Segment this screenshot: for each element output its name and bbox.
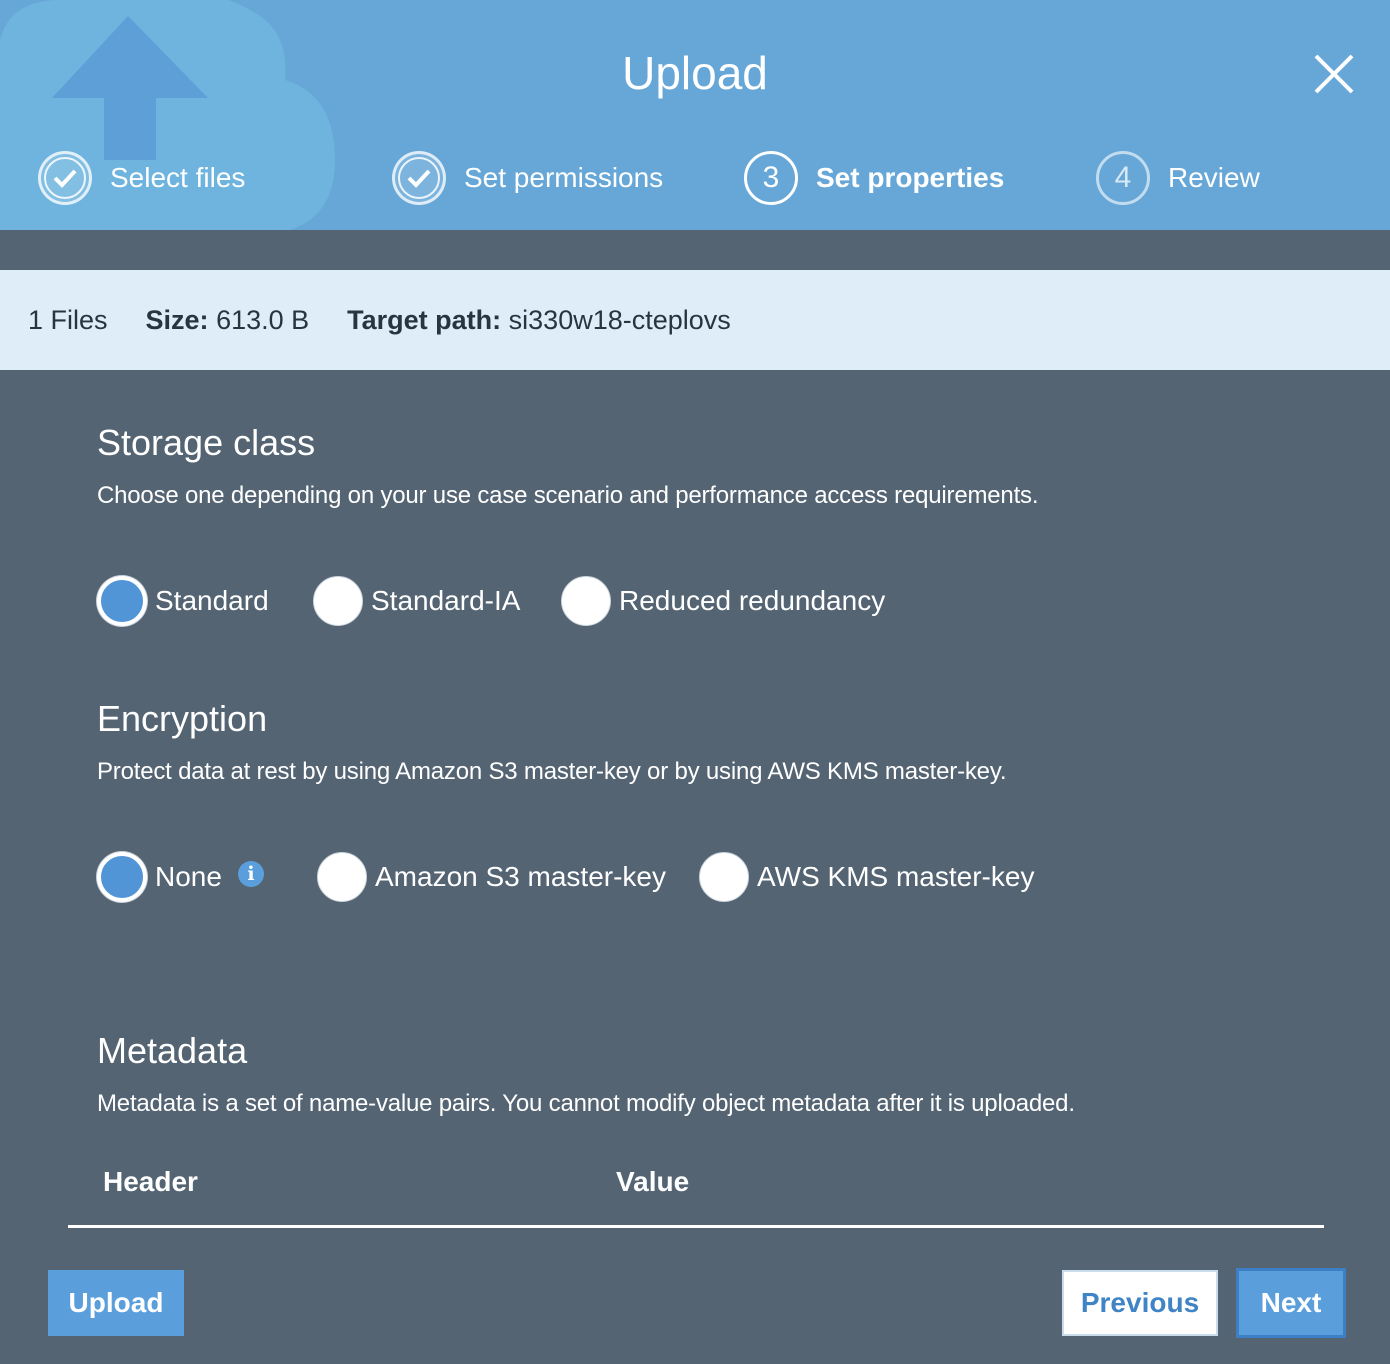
step-number: 3: [762, 161, 780, 194]
step-complete-indicator: [392, 151, 446, 205]
size-label: Size:: [145, 304, 209, 335]
metadata-header-column: Header: [103, 1166, 198, 1197]
metadata-value-column: Value: [616, 1166, 690, 1197]
step-label: Review: [1168, 162, 1260, 193]
encryption-none-option[interactable]: None i: [97, 850, 264, 904]
step-number-badge: 4: [1096, 151, 1150, 205]
next-button[interactable]: Next: [1236, 1268, 1346, 1338]
upload-summary-bar: 1 Files Size: 613.0 B Target path: si330…: [0, 270, 1390, 370]
metadata-title: Metadata: [97, 1030, 248, 1071]
target-path-label: Target path:: [347, 304, 502, 335]
storage-class-reduced-redundancy-option[interactable]: Reduced redundancy: [561, 574, 885, 628]
encryption-title: Encryption: [97, 698, 268, 739]
checkmark-icon: [407, 169, 431, 188]
file-size: Size: 613.0 B: [146, 305, 310, 336]
encryption-kms-master-key-option[interactable]: AWS KMS master-key: [699, 850, 1034, 904]
step-set-properties[interactable]: 3 Set properties: [744, 150, 1004, 206]
radio-label: AWS KMS master-key: [757, 861, 1035, 892]
encryption-description: Protect data at rest by using Amazon S3 …: [97, 758, 1007, 785]
step-number: 4: [1114, 161, 1132, 194]
radio-label: Amazon S3 master-key: [375, 861, 666, 892]
step-set-permissions[interactable]: Set permissions: [392, 150, 663, 206]
close-icon[interactable]: [1308, 50, 1360, 98]
storage-class-description: Choose one depending on your use case sc…: [97, 482, 1039, 509]
radio-label: Standard-IA: [371, 585, 521, 616]
metadata-description: Metadata is a set of name-value pairs. Y…: [97, 1090, 1075, 1117]
metadata-table-divider: [68, 1225, 1324, 1228]
step-review[interactable]: 4 Review: [1096, 150, 1260, 206]
target-path: Target path: si330w18-cteplovs: [347, 305, 731, 336]
storage-class-standard-ia-option[interactable]: Standard-IA: [313, 574, 520, 628]
radio-button[interactable]: [699, 852, 749, 902]
radio-label: Reduced redundancy: [619, 585, 886, 616]
radio-button[interactable]: [97, 852, 147, 902]
radio-label: None: [155, 861, 222, 892]
file-count: 1 Files: [28, 304, 108, 335]
step-label: Set properties: [816, 162, 1005, 193]
info-icon[interactable]: i: [237, 861, 264, 887]
size-value: 613.0 B: [216, 304, 310, 335]
radio-button[interactable]: [313, 576, 363, 626]
radio-label: Standard: [155, 585, 269, 616]
dialog-title: Upload: [622, 47, 768, 99]
step-number-badge: 3: [744, 151, 798, 205]
storage-class-standard-option[interactable]: Standard: [97, 574, 269, 628]
storage-class-title: Storage class: [97, 422, 316, 463]
radio-button[interactable]: [317, 852, 367, 902]
checkmark-icon: [53, 169, 77, 188]
radio-button[interactable]: [97, 576, 147, 626]
step-select-files[interactable]: Select files: [38, 150, 245, 206]
upload-dialog-header: Upload Select files Set permissions 3 Se…: [0, 0, 1390, 230]
previous-button[interactable]: Previous: [1062, 1270, 1218, 1336]
encryption-s3-master-key-option[interactable]: Amazon S3 master-key: [317, 850, 666, 904]
upload-button[interactable]: Upload: [48, 1270, 184, 1336]
target-path-value: si330w18-cteplovs: [508, 304, 731, 335]
step-label: Select files: [110, 162, 246, 193]
step-complete-indicator: [38, 151, 92, 205]
radio-button[interactable]: [561, 576, 611, 626]
step-label: Set permissions: [464, 162, 664, 193]
